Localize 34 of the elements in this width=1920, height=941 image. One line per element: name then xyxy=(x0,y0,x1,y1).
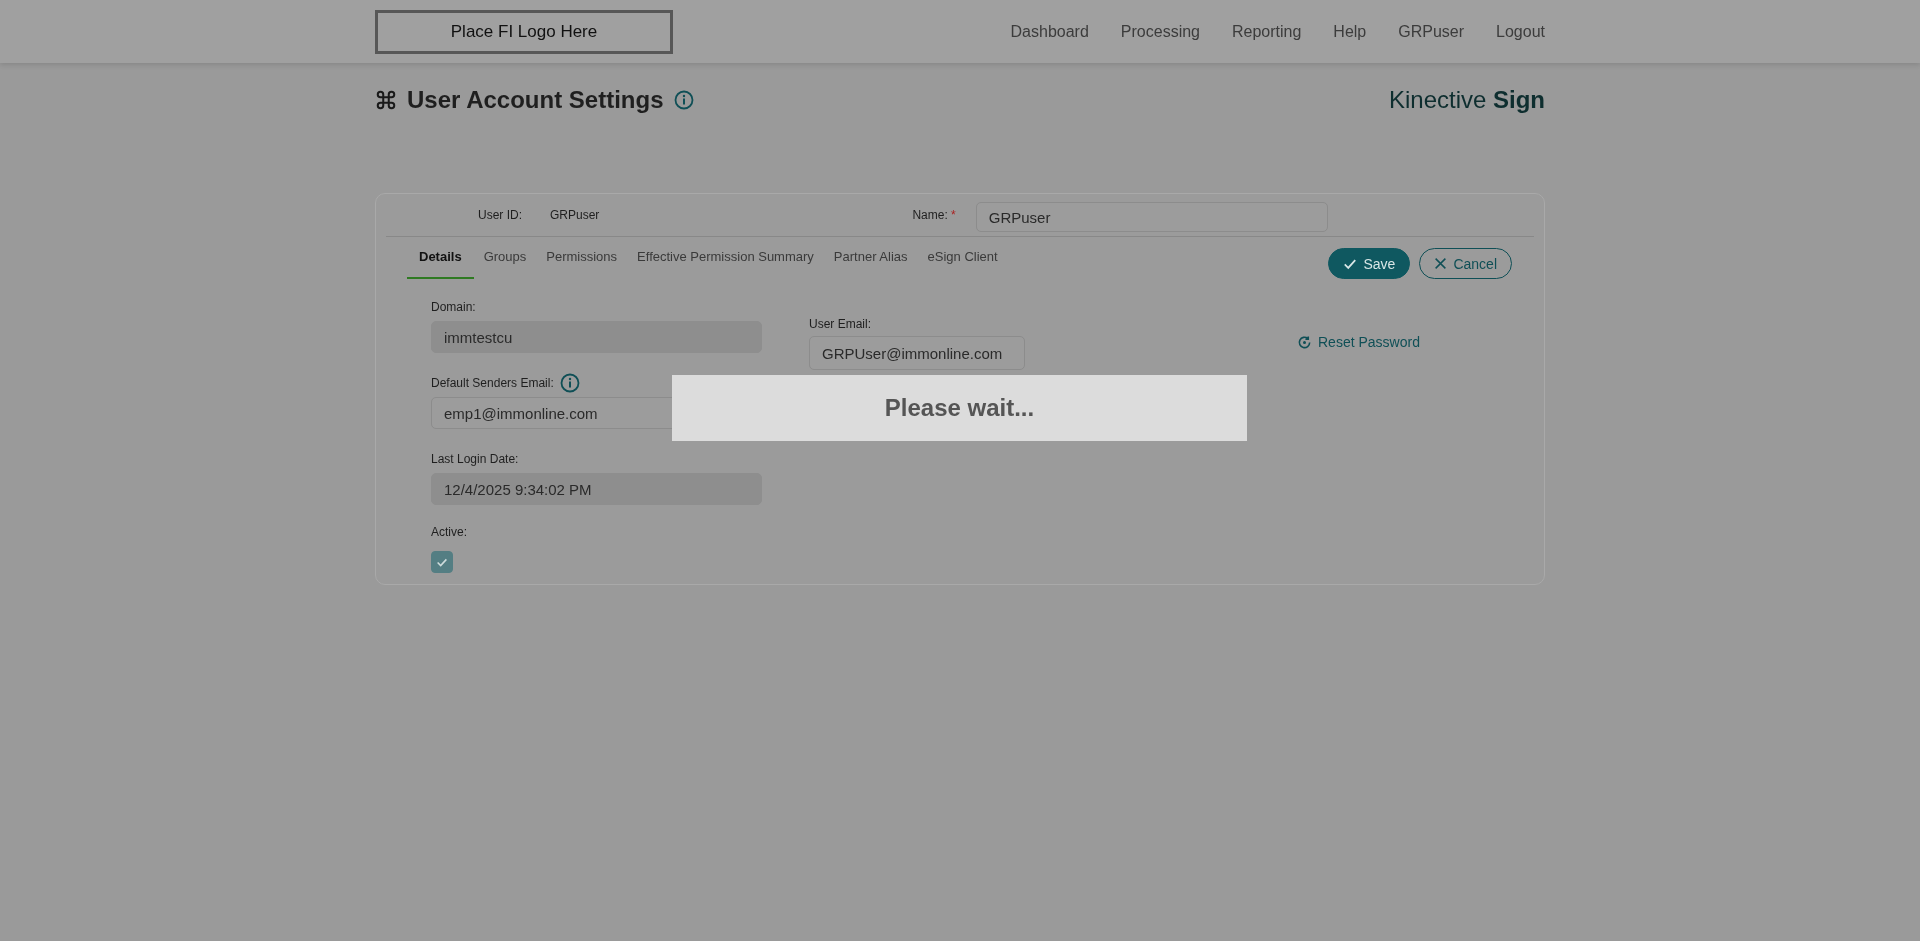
tab[interactable]: Permissions xyxy=(536,237,628,279)
nav-link[interactable]: Help xyxy=(1333,22,1367,41)
tab[interactable]: Details xyxy=(407,237,474,279)
tab[interactable]: Groups xyxy=(473,237,537,279)
tab[interactable]: Partner Alias xyxy=(823,237,918,279)
nav-link[interactable]: GRPuser xyxy=(1398,22,1465,41)
field-label: Name: * xyxy=(912,208,956,222)
command-icon xyxy=(375,89,397,111)
field-label: User Email: xyxy=(809,317,872,331)
checkbox[interactable] xyxy=(431,551,453,573)
tab[interactable]: eSign Client xyxy=(917,237,1008,279)
field-label: Active: xyxy=(431,525,468,539)
info-icon[interactable] xyxy=(559,373,580,393)
tab[interactable]: Effective Permission Summary xyxy=(627,237,824,279)
close-icon xyxy=(1434,257,1448,270)
info-icon[interactable] xyxy=(673,90,694,110)
user-id-value: GRPuser xyxy=(550,208,600,222)
nav-link[interactable]: Processing xyxy=(1120,22,1200,41)
logo-frame: Place FI Logo Here xyxy=(375,9,673,54)
reset-icon xyxy=(1297,334,1312,350)
field-label: Last Login Date: xyxy=(431,452,519,466)
save-button[interactable]: Save xyxy=(1328,248,1411,279)
loading-dialog: Please wait... xyxy=(672,375,1247,441)
nav-link[interactable]: Dashboard xyxy=(1010,22,1089,41)
field-label: User ID: xyxy=(478,208,522,222)
nav-link[interactable]: Logout xyxy=(1496,22,1545,41)
reset-password-link[interactable]: Reset Password xyxy=(1297,334,1420,350)
page-title: User Account Settings xyxy=(407,86,664,114)
email-input[interactable]: GRPUser@immonline.com xyxy=(809,336,1025,370)
field-label: Default Senders Email: xyxy=(431,376,554,390)
brand-logo: Kinective Sign xyxy=(1388,86,1545,114)
field-label: Domain: xyxy=(431,300,476,314)
name-input[interactable]: GRPuser xyxy=(975,202,1328,232)
nav-link[interactable]: Reporting xyxy=(1232,22,1302,41)
